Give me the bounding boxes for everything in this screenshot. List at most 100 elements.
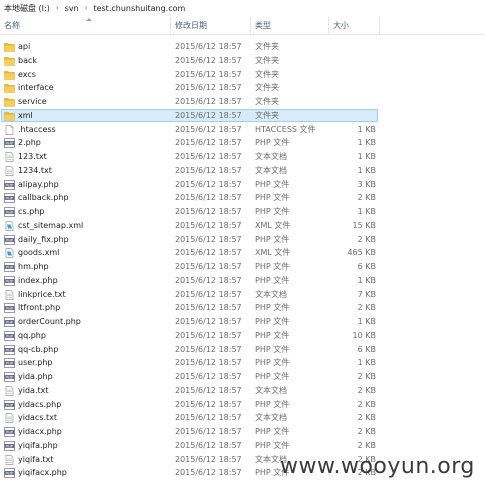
folder-icon: [4, 56, 15, 66]
text-file-icon: [4, 454, 15, 465]
file-name: 123.txt: [18, 152, 47, 161]
file-row[interactable]: PHP 2.php 2015/6/12 18:57 PHP 文件 1 KB: [0, 136, 485, 150]
column-header-type[interactable]: 类型: [250, 17, 328, 34]
php-file-icon: PHP: [4, 207, 15, 217]
file-type: 文件夹: [255, 97, 279, 106]
file-type: 文本文档: [255, 385, 287, 395]
file-row[interactable]: PHP yiqifa.php 2015/6/12 18:57 PHP 文件 2 KB: [0, 439, 485, 453]
file-date: 2015/6/12 18:57: [175, 165, 242, 175]
file-size: 15 KB: [352, 220, 376, 230]
file-type: 文本文档: [255, 152, 287, 161]
file-row[interactable]: cst_sitemap.xml 2015/6/12 18:57 XML 文件 15 K…: [0, 219, 485, 233]
file-name: linkprice.txt: [18, 289, 66, 299]
file-type: PHP 文件: [255, 234, 290, 244]
file-date: 2015/6/12 18:57: [175, 385, 242, 395]
file-row[interactable]: PHP yida.php 2015/6/12 18:57 PHP 文件 2 KB: [0, 370, 485, 384]
file-date: 2015/6/12 18:57: [175, 399, 242, 409]
breadcrumb-item-svn[interactable]: svn: [65, 4, 79, 13]
file-name: yidacs.php: [18, 399, 62, 409]
file-row[interactable]: yida.txt 2015/6/12 18:57 文本文档 2 KB: [0, 384, 485, 398]
column-header-date-label: 修改日期: [175, 21, 207, 30]
file-row[interactable]: linkprice.txt 2015/6/12 18:57 文本文档 7 KB: [0, 288, 485, 302]
file-type: 文件夹: [255, 42, 279, 51]
file-name: .htaccess: [18, 124, 56, 134]
file-name: hm.php: [18, 262, 49, 271]
file-row[interactable]: interface 2015/6/12 18:57 文件夹: [0, 81, 485, 95]
file-row[interactable]: yidacs.txt 2015/6/12 18:57 文本文档 2 KB: [0, 411, 485, 425]
file-type: PHP 文件: [255, 330, 290, 340]
php-file-icon: PHP: [4, 399, 15, 410]
file-row[interactable]: PHP hm.php 2015/6/12 18:57 PHP 文件 6 KB: [0, 260, 485, 274]
php-file-icon: PHP: [4, 468, 15, 479]
file-row[interactable]: 1234.txt 2015/6/12 18:57 文本文档 1 KB: [0, 164, 485, 178]
file-row[interactable]: back 2015/6/12 18:57 文件夹: [0, 54, 485, 68]
column-header-size[interactable]: 大小: [328, 17, 380, 34]
file-type: 文件夹: [255, 83, 279, 93]
file-date: 2015/6/12 18:57: [175, 275, 242, 285]
column-header-date[interactable]: 修改日期: [170, 17, 250, 34]
breadcrumb-item-site[interactable]: test.chunshuitang.com: [93, 4, 185, 13]
column-header-name[interactable]: 名称: [0, 17, 170, 34]
file-list: api 2015/6/12 18:57 文件夹 back 2015/6/12 18:57…: [0, 40, 485, 480]
folder-icon: [4, 83, 15, 94]
file-row[interactable]: PHP qq-cb.php 2015/6/12 18:57 PHP 文件 6 KB: [0, 343, 485, 357]
file-name: cst_sitemap.xml: [18, 220, 84, 230]
file-explorer-window: 本地磁盘 (I:) › svn › test.chunshuitang.com …: [0, 0, 485, 495]
svg-text:PHP: PHP: [6, 348, 13, 352]
file-row[interactable]: api 2015/6/12 18:57 文件夹: [0, 40, 485, 54]
file-row[interactable]: .htaccess 2015/6/12 18:57 HTACCESS 文件 1 KB: [0, 123, 485, 137]
breadcrumb-separator-icon: ›: [55, 4, 59, 12]
file-row[interactable]: excs 2015/6/12 18:57 文件夹: [0, 68, 485, 82]
file-size: 1 KB: [357, 358, 376, 368]
file-row[interactable]: PHP user.php 2015/6/12 18:57 PHP 文件 1 KB: [0, 356, 485, 370]
file-name: goods.xml: [18, 248, 60, 258]
file-date: 2015/6/12 18:57: [175, 152, 242, 161]
file-name: yiqifa.txt: [18, 454, 54, 464]
file-row[interactable]: PHP yidacs.php 2015/6/12 18:57 PHP 文件 2 KB: [0, 398, 485, 412]
column-header-size-label: 大小: [333, 21, 349, 30]
file-size: 2 KB: [357, 234, 376, 244]
file-name: api: [18, 42, 31, 51]
file-row[interactable]: PHP index.php 2015/6/12 18:57 PHP 文件 1 KB: [0, 274, 485, 288]
file-size: 2 KB: [357, 440, 376, 450]
file-type: PHP 文件: [255, 138, 290, 148]
file-row[interactable]: PHP daily_fix.php 2015/6/12 18:57 PHP 文件 2 K…: [0, 233, 485, 247]
file-type: HTACCESS 文件: [255, 124, 316, 134]
folder-icon: [4, 70, 15, 80]
file-name: user.php: [18, 358, 53, 368]
file-row[interactable]: PHP orderCount.php 2015/6/12 18:57 PHP 文件 1 …: [0, 315, 485, 329]
file-row[interactable]: PHP alipay.php 2015/6/12 18:57 PHP 文件 3 KB: [0, 178, 485, 192]
php-file-icon: PHP: [4, 440, 15, 451]
file-date: 2015/6/12 18:57: [175, 317, 242, 326]
file-row[interactable]: PHP callback.php 2015/6/12 18:57 PHP 文件 2 KB: [0, 191, 485, 205]
file-row[interactable]: 123.txt 2015/6/12 18:57 文本文档 1 KB: [0, 150, 485, 164]
sort-ascending-icon: [86, 18, 92, 21]
file-type: 文本文档: [255, 165, 287, 175]
file-size: 1 KB: [357, 275, 376, 285]
file-name: qq-cb.php: [18, 344, 59, 354]
file-name: back: [18, 55, 38, 65]
file-date: 2015/6/12 18:57: [175, 413, 242, 423]
file-type: PHP 文件: [255, 358, 290, 368]
breadcrumb-item-drive[interactable]: 本地磁盘 (I:): [4, 3, 50, 14]
file-size: 1 KB: [357, 207, 376, 216]
file-type: PHP 文件: [255, 440, 290, 450]
file-row[interactable]: service 2015/6/12 18:57 文件夹: [0, 95, 485, 109]
file-date: 2015/6/12 18:57: [175, 220, 242, 230]
file-row[interactable]: PHP yidacx.php 2015/6/12 18:57 PHP 文件 2 KB: [0, 425, 485, 439]
file-row[interactable]: xml 2015/6/12 18:57 文件夹: [0, 108, 485, 123]
breadcrumb[interactable]: 本地磁盘 (I:) › svn › test.chunshuitang.com: [0, 0, 485, 16]
file-type: 文件夹: [255, 69, 279, 79]
file-row[interactable]: PHP cs.php 2015/6/12 18:57 PHP 文件 1 KB: [0, 205, 485, 219]
file-size: 2 KB: [357, 413, 376, 423]
file-type: PHP 文件: [255, 303, 290, 313]
file-type: PHP 文件: [255, 372, 290, 381]
file-row[interactable]: PHP qq.php 2015/6/12 18:57 PHP 文件 10 KB: [0, 329, 485, 343]
php-file-icon: PHP: [4, 427, 15, 437]
blank-file-icon: [4, 124, 15, 135]
svg-text:PHP: PHP: [6, 238, 13, 242]
file-size: 3 KB: [357, 179, 376, 189]
file-row[interactable]: goods.xml 2015/6/12 18:57 XML 文件 465 KB: [0, 246, 485, 260]
file-row[interactable]: PHP ltfront.php 2015/6/12 18:57 PHP 文件 2 KB: [0, 301, 485, 315]
php-file-icon: PHP: [4, 303, 15, 314]
